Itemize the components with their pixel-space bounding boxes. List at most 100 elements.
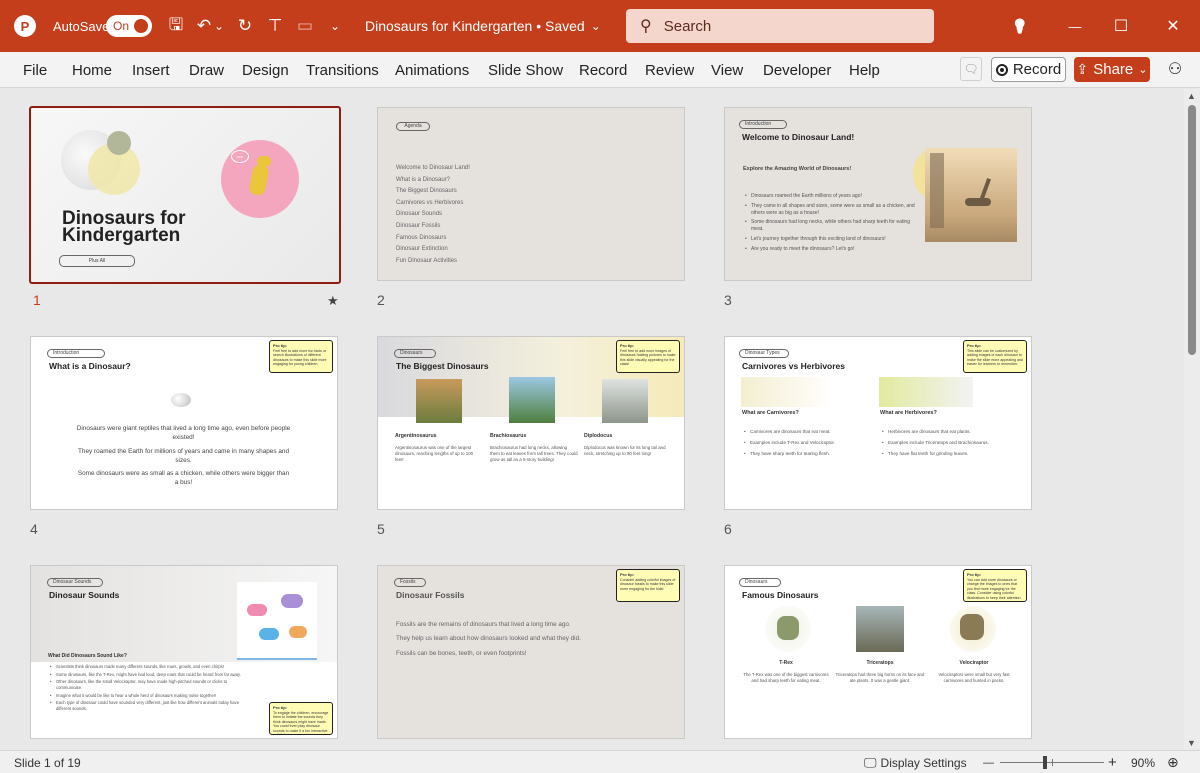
- tab-draw[interactable]: Draw: [189, 52, 224, 88]
- dinosaur-image: roar: [221, 140, 299, 218]
- autosave-toggle[interactable]: On: [106, 0, 152, 52]
- bullet-item: Scientists think dinosaurs made many dif…: [50, 664, 245, 670]
- share-button[interactable]: ⇪ Share ⌄: [1074, 57, 1150, 82]
- slide-pill: Dinosaurs: [739, 578, 781, 587]
- tab-home[interactable]: Home: [72, 52, 112, 88]
- note-title: Pro tip:: [967, 343, 981, 348]
- maximize-icon[interactable]: ☐: [1098, 0, 1144, 52]
- present-icon[interactable]: ▭: [293, 0, 317, 52]
- tree-silhouette: [930, 153, 944, 228]
- tab-record[interactable]: Record: [579, 52, 627, 88]
- tab-help[interactable]: Help: [849, 52, 880, 88]
- pro-tip-note: Pro tip: To engage the children, encourag…: [269, 702, 333, 735]
- slide-thumbnail-4[interactable]: Introduction What is a Dinosaur? Pro tip…: [30, 336, 338, 510]
- slide-title: Welcome to Dinosaur Land!: [742, 132, 855, 142]
- bullet-item: Herbivores are dinosaurs that eat plants…: [882, 429, 1012, 435]
- bullet-item: Some dinosaurs, like the T-Rex, might ha…: [50, 672, 245, 678]
- slide-number: 1: [33, 292, 41, 308]
- slide-sorter: roar Dinosaurs for Kindergarten Plus All…: [0, 89, 1184, 750]
- t-rex-image: [765, 606, 811, 652]
- tab-review[interactable]: Review: [645, 52, 694, 88]
- tab-slide-show[interactable]: Slide Show: [488, 52, 563, 88]
- redo-icon[interactable]: ↻: [233, 0, 257, 52]
- slide-title: Carnivores vs Herbivores: [742, 361, 845, 371]
- slide-pill: Introduction: [739, 120, 787, 129]
- slide-thumbnail-3[interactable]: Introduction Welcome to Dinosaur Land! E…: [724, 107, 1032, 281]
- bullet-item: They have sharp teeth for tearing flesh.: [744, 451, 864, 457]
- column-text: Argentinosaurus was one of the largest d…: [395, 445, 474, 463]
- slide-title: Famous Dinosaurs: [742, 590, 819, 600]
- slide-title: Dinosaur Fossils: [396, 590, 465, 600]
- pro-tip-note: Pro tip: Feel free to add more images of …: [616, 340, 680, 373]
- tab-developer[interactable]: Developer: [763, 52, 831, 88]
- share-label: Share: [1093, 61, 1134, 78]
- share-caret-icon: ⌄: [1138, 64, 1148, 76]
- slide-thumbnail-8[interactable]: Fossils Dinosaur Fossils Pro tip: Conside…: [377, 565, 685, 739]
- bullet-item: Let's journey together through this exci…: [745, 236, 920, 243]
- tab-transitions[interactable]: Transitions: [306, 52, 379, 88]
- note-text: You can add more dinosaurs or change the…: [967, 578, 1022, 600]
- dino-shape: [259, 628, 279, 640]
- agenda-list: Welcome to Dinosaur Land! What is a Dino…: [396, 163, 470, 267]
- record-button[interactable]: Record: [991, 57, 1066, 82]
- decor-circle: [107, 131, 131, 155]
- slide-thumbnail-9[interactable]: Dinosaurs Famous Dinosaurs Pro tip: You c…: [724, 565, 1032, 739]
- close-icon[interactable]: ✕: [1150, 0, 1196, 52]
- note-text: This slide can be customized by adding i…: [967, 349, 1023, 367]
- comments-icon[interactable]: 🗨: [960, 57, 982, 81]
- search-box[interactable]: ⚲ Search: [626, 9, 934, 43]
- brachiosaurus-image: [509, 377, 555, 423]
- slide-thumbnail-6[interactable]: Dinosaur Types Carnivores vs Herbivores …: [724, 336, 1032, 510]
- column-heading: Diplodocus: [584, 433, 613, 439]
- agenda-item: Welcome to Dinosaur Land!: [396, 165, 470, 171]
- tab-design[interactable]: Design: [242, 52, 289, 88]
- slide-counter: Slide 1 of 19: [14, 755, 81, 770]
- minimize-icon[interactable]: —: [1052, 0, 1098, 52]
- note-title: Pro tip:: [620, 343, 634, 348]
- slide-thumbnail-5[interactable]: Dinosaurs The Biggest Dinosaurs Pro tip:…: [377, 336, 685, 510]
- slide-body: Fossils are the remains of dinosaurs tha…: [396, 620, 586, 658]
- scroll-down-icon[interactable]: ▼: [1187, 738, 1196, 748]
- triceratops-image: [856, 606, 904, 652]
- slide-thumbnail-1[interactable]: roar Dinosaurs for Kindergarten Plus All: [29, 106, 341, 284]
- column-text: Velociraptors were small but very fast c…: [938, 672, 1010, 684]
- present-from-beginning-icon[interactable]: ⊤: [263, 0, 287, 52]
- slide-pill: Introduction: [47, 349, 105, 358]
- slide-title: The Biggest Dinosaurs: [396, 361, 489, 371]
- vertical-scrollbar[interactable]: ▲ ▼: [1184, 89, 1200, 750]
- document-title[interactable]: Dinosaurs for Kindergarten • Saved ⌄: [365, 0, 601, 52]
- feedback-icon[interactable]: ⚇: [1163, 57, 1187, 81]
- slide-thumbnail-7[interactable]: Dinosaur Sounds Dinosaur Sounds What Did…: [30, 565, 338, 739]
- share-icon: ⇪: [1076, 61, 1089, 77]
- display-settings-button[interactable]: 🖵 Display Settings: [864, 751, 967, 773]
- customize-toolbar-icon[interactable]: ⌄: [323, 0, 347, 52]
- decor-sphere: [171, 393, 191, 407]
- star-icon: ★: [327, 293, 339, 308]
- slide-thumbnail-2[interactable]: Agenda Welcome to Dinosaur Land! What is…: [377, 107, 685, 281]
- dino-body: [248, 163, 270, 197]
- bullet-list: Dinosaurs roamed the Earth millions of y…: [745, 193, 920, 255]
- autosave-state: On: [113, 19, 130, 33]
- scroll-up-icon[interactable]: ▲: [1187, 91, 1196, 101]
- tab-file[interactable]: File: [23, 52, 47, 88]
- fit-to-window-icon[interactable]: ⊕: [1167, 751, 1179, 773]
- save-icon[interactable]: 🖫: [164, 0, 188, 52]
- lightbulb-icon[interactable]: 💡: [1008, 0, 1032, 52]
- toggle-knob: [134, 19, 148, 33]
- scrollbar-thumb[interactable]: [1188, 105, 1196, 355]
- tab-insert[interactable]: Insert: [132, 52, 170, 88]
- agenda-item: What is a Dinosaur?: [396, 176, 451, 183]
- zoom-in-icon[interactable]: +: [1108, 751, 1117, 773]
- column-text: The T-Rex was one of the biggest carnivo…: [743, 672, 829, 684]
- tab-animations[interactable]: Animations: [395, 52, 469, 88]
- agenda-item: Dinosaur Fossils: [396, 222, 441, 229]
- zoom-out-icon[interactable]: —: [983, 751, 994, 773]
- zoom-level[interactable]: 90%: [1131, 751, 1155, 773]
- note-text: Feel free to add more fun facts or searc…: [273, 349, 327, 367]
- bullet-item: They have flat teeth for grinding leaves…: [882, 451, 1012, 457]
- bullet-item: Other dinosaurs, like the small Velocira…: [50, 679, 245, 690]
- slide-title: Dinosaur Sounds: [49, 590, 120, 600]
- tab-view[interactable]: View: [711, 52, 743, 88]
- undo-dropdown-icon[interactable]: ⌄: [212, 0, 226, 52]
- zoom-slider-thumb[interactable]: [1043, 756, 1047, 769]
